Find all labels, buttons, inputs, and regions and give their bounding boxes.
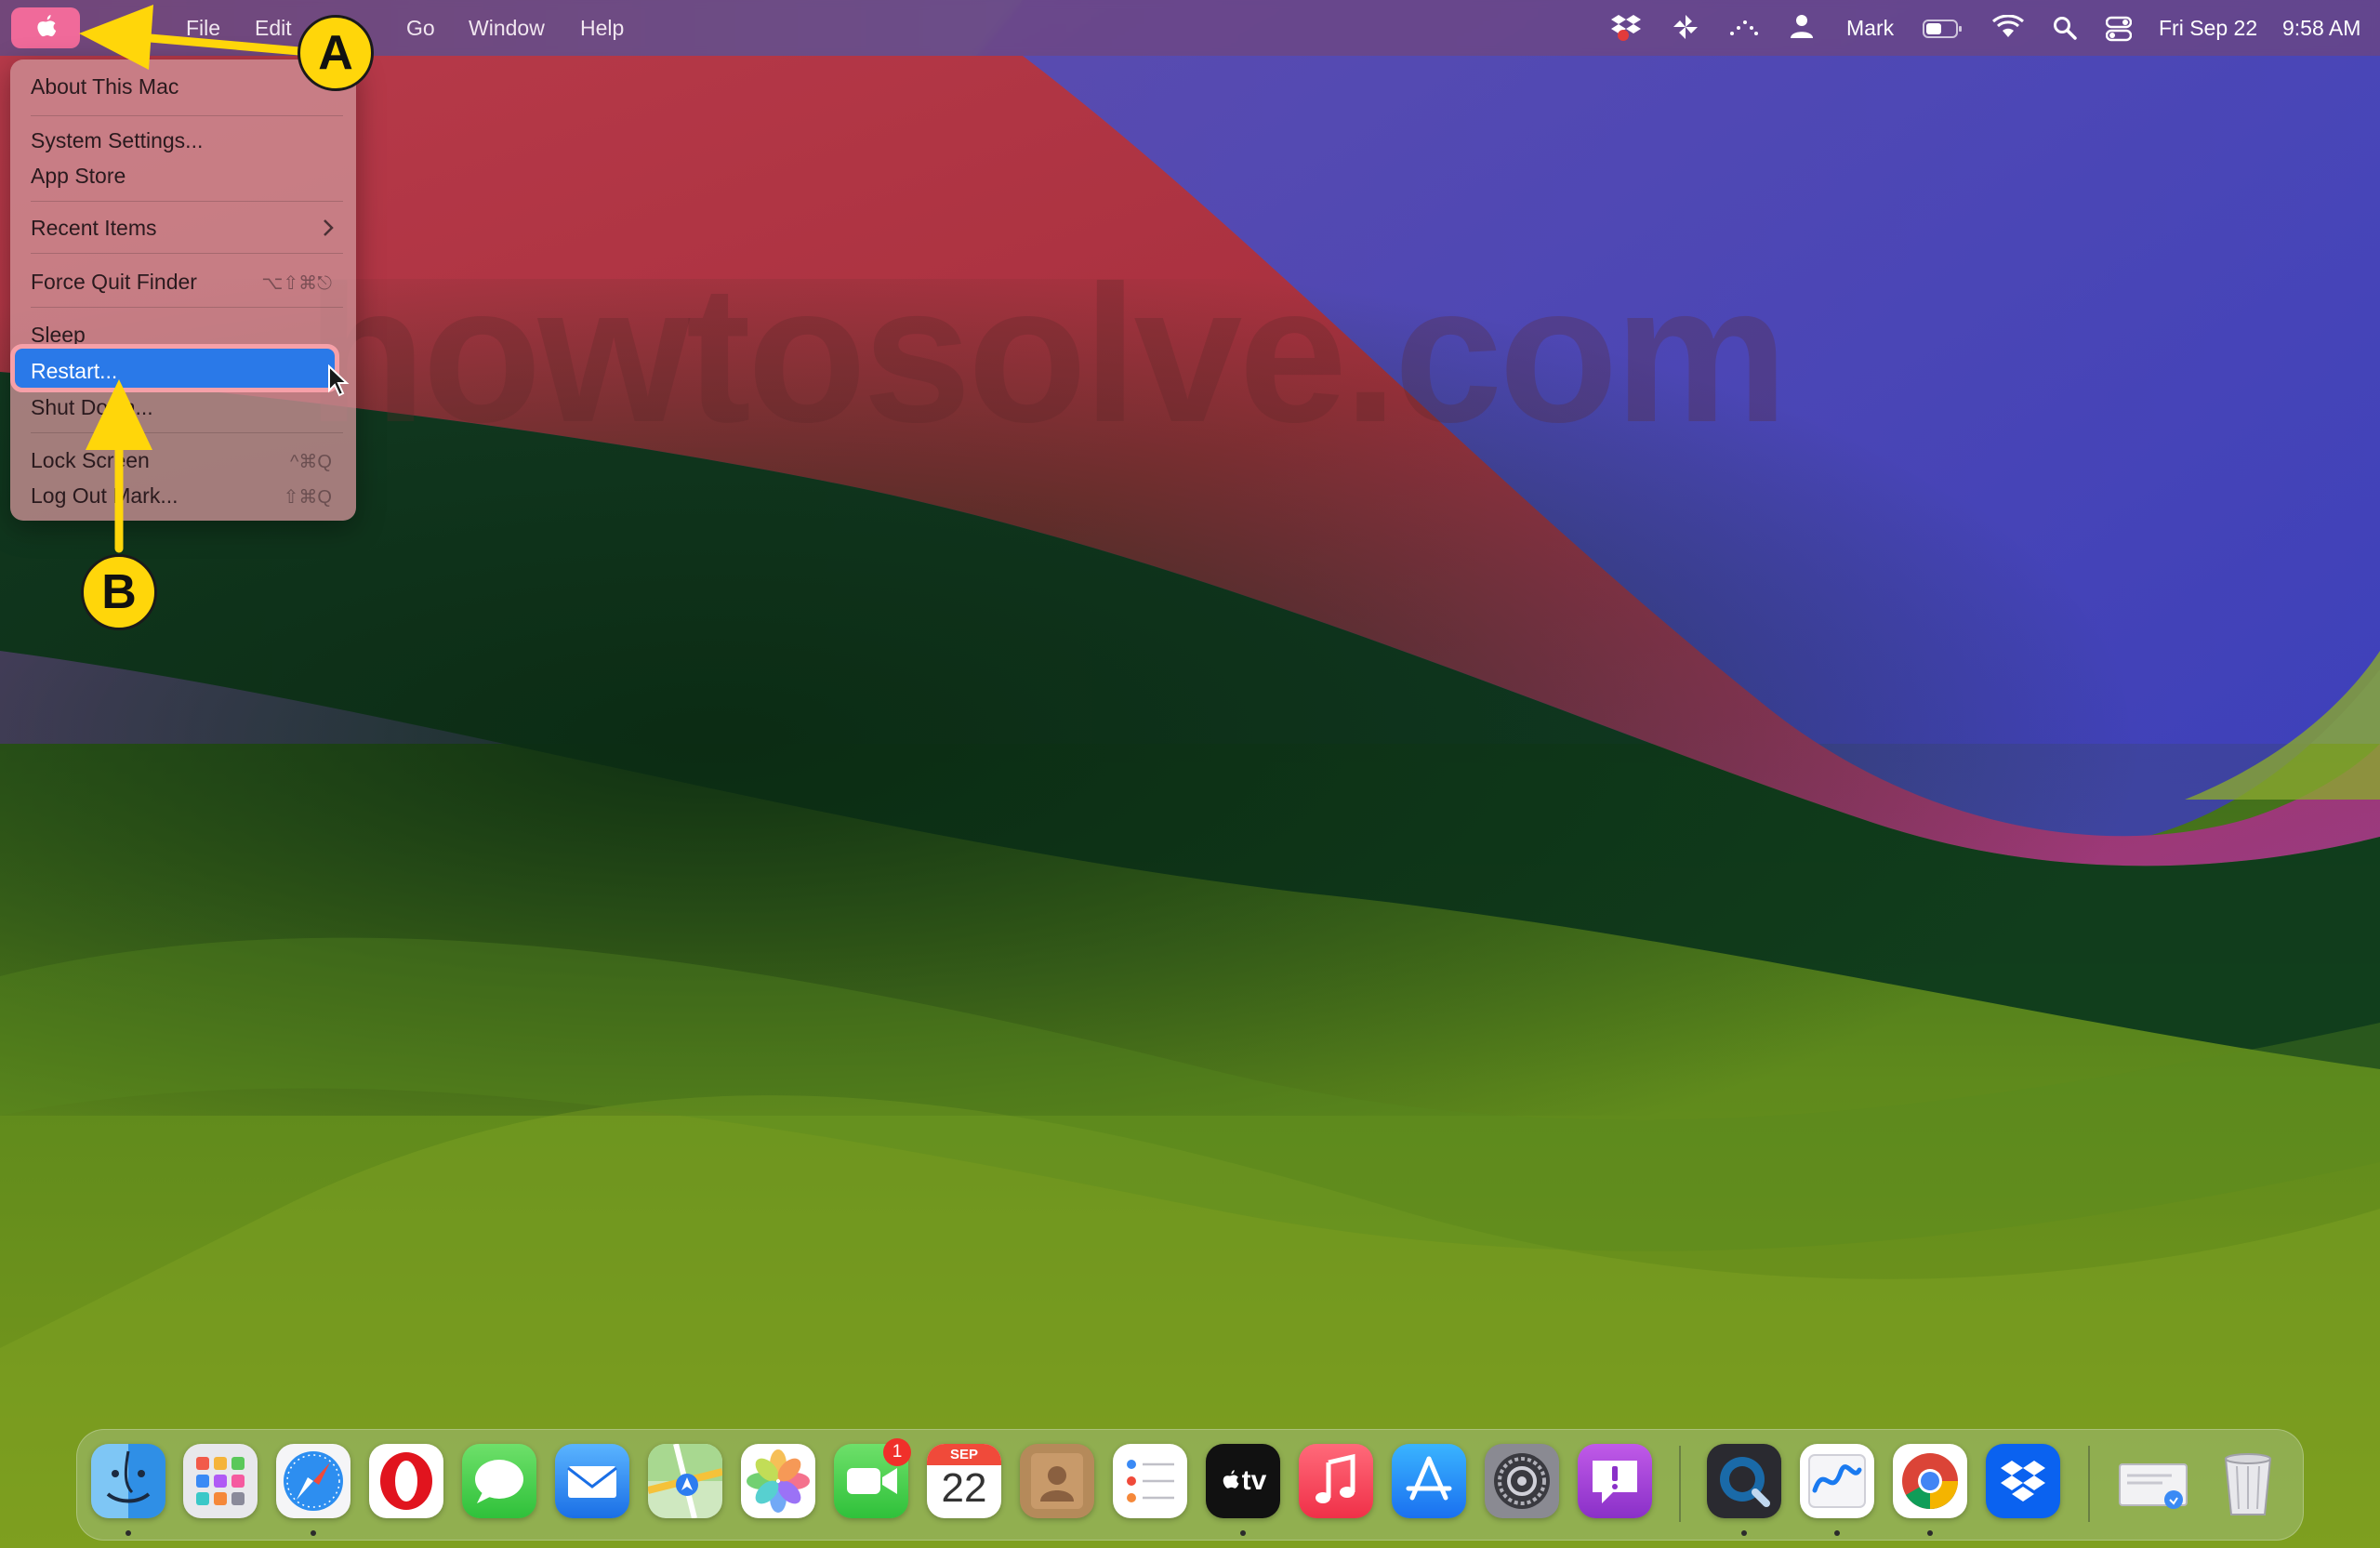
annotation-badge-b: B: [81, 554, 157, 630]
dock-opera-icon[interactable]: [369, 1444, 443, 1518]
dock-running-indicator: [1834, 1530, 1840, 1536]
dock-separator: [1679, 1446, 1681, 1522]
dock-system-settings-icon[interactable]: [1485, 1444, 1559, 1518]
dock-running-indicator: [1741, 1530, 1747, 1536]
dock-messages-icon[interactable]: [462, 1444, 536, 1518]
dock-calendar-icon[interactable]: SEP 22: [927, 1444, 1001, 1518]
dock-freeform-icon[interactable]: [1800, 1444, 1874, 1518]
dock-maps-icon[interactable]: [648, 1444, 722, 1518]
annotation-badge-a: A: [298, 15, 374, 91]
annotation-arrows: [79, 5, 304, 553]
dock-contacts-icon[interactable]: [1020, 1444, 1094, 1518]
calendar-day: 22: [941, 1465, 987, 1511]
dock-safari-icon[interactable]: [276, 1444, 350, 1518]
apple-tv-logo-icon: [1223, 1470, 1239, 1488]
dock-quicktime-icon[interactable]: [1707, 1444, 1781, 1518]
dock-finder-icon[interactable]: [91, 1444, 165, 1518]
dock-photos-icon[interactable]: [741, 1444, 815, 1518]
dock-trash-icon[interactable]: [2211, 1444, 2285, 1518]
dock-dropbox-icon[interactable]: [1986, 1444, 2060, 1518]
dock-running-indicator: [311, 1530, 316, 1536]
calendar-month: SEP: [927, 1444, 1001, 1465]
dock-running-indicator: [1927, 1530, 1933, 1536]
dock-running-indicator: [126, 1530, 131, 1536]
dock-apple-tv-icon[interactable]: tv: [1206, 1444, 1280, 1518]
dock-chrome-icon[interactable]: [1893, 1444, 1967, 1518]
facetime-badge: 1: [883, 1438, 911, 1466]
dock-mail-icon[interactable]: [555, 1444, 629, 1518]
dock-reminders-icon[interactable]: [1113, 1444, 1187, 1518]
dock-separator: [2088, 1446, 2090, 1522]
dock-launchpad-icon[interactable]: [183, 1444, 258, 1518]
apple-tv-label: tv: [1241, 1465, 1267, 1496]
dock-feedback-assistant-icon[interactable]: [1578, 1444, 1652, 1518]
dock-music-icon[interactable]: [1299, 1444, 1373, 1518]
dock-running-indicator: [1240, 1530, 1246, 1536]
dock-downloads-stack-icon[interactable]: [2116, 1444, 2190, 1518]
dock-app-store-icon[interactable]: [1392, 1444, 1466, 1518]
